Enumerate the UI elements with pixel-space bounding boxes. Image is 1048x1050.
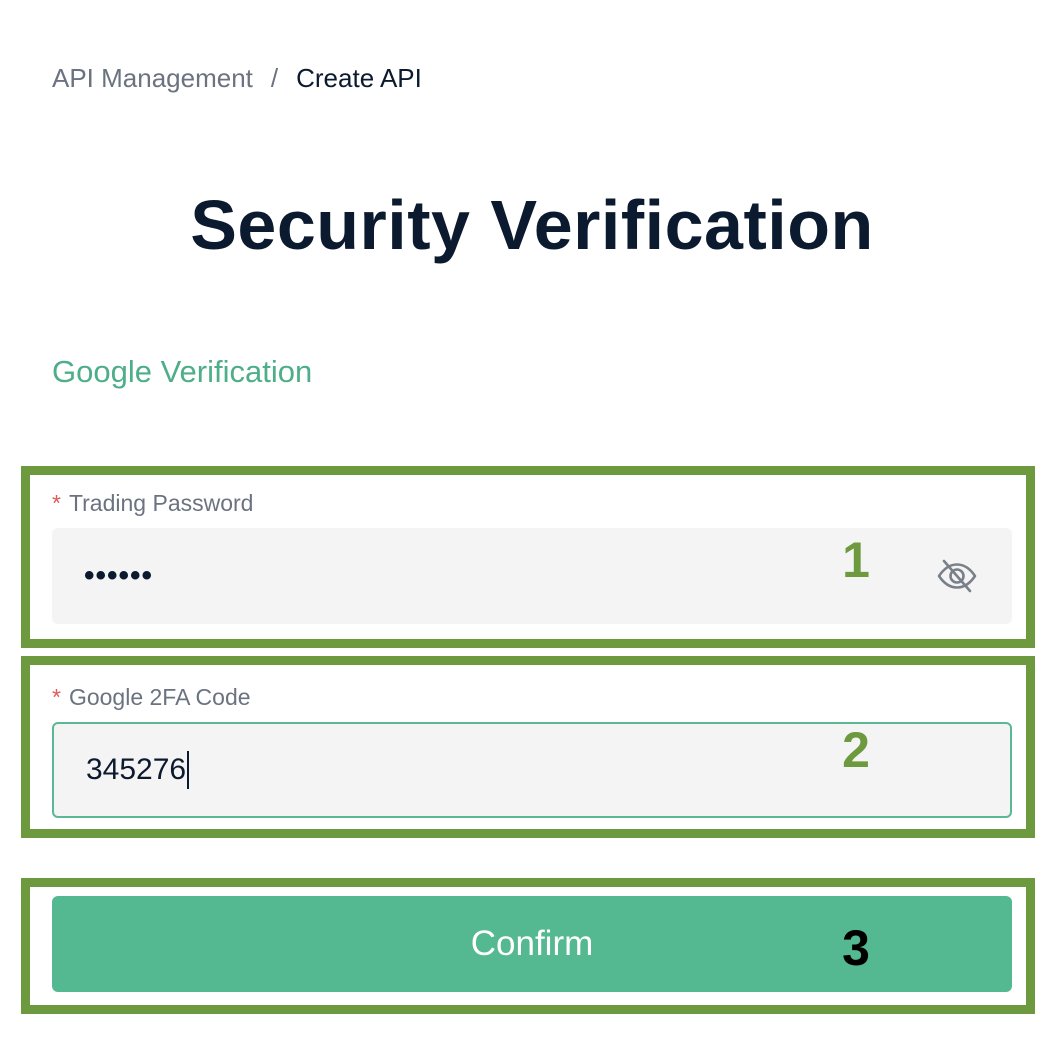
google-2fa-label: * Google 2FA Code [52,682,251,712]
breadcrumb-separator: / [270,63,279,93]
trading-password-value: •••••• [84,559,154,592]
trading-password-label-text: Trading Password [68,490,254,516]
eye-slash-icon[interactable] [936,558,978,594]
google-2fa-code-text: 345276 [86,753,187,786]
google-verification-tab[interactable]: Google Verification [52,350,312,394]
page-title: Security Verification [190,186,874,264]
step-number-3: 3 [842,920,870,976]
step-number-2: 2 [842,722,870,778]
step-number-1: 1 [842,532,870,588]
breadcrumb-api-management-link[interactable]: API Management [52,60,253,96]
google-2fa-label-text: Google 2FA Code [68,684,251,710]
trading-password-label: * Trading Password [52,488,253,518]
text-caret [187,751,190,789]
breadcrumb: API Management / Create API [52,60,422,96]
google-2fa-code-value: 345276 [86,724,190,816]
required-mark: * [52,684,61,710]
required-mark: * [52,490,61,516]
breadcrumb-current: Create API [296,63,422,93]
